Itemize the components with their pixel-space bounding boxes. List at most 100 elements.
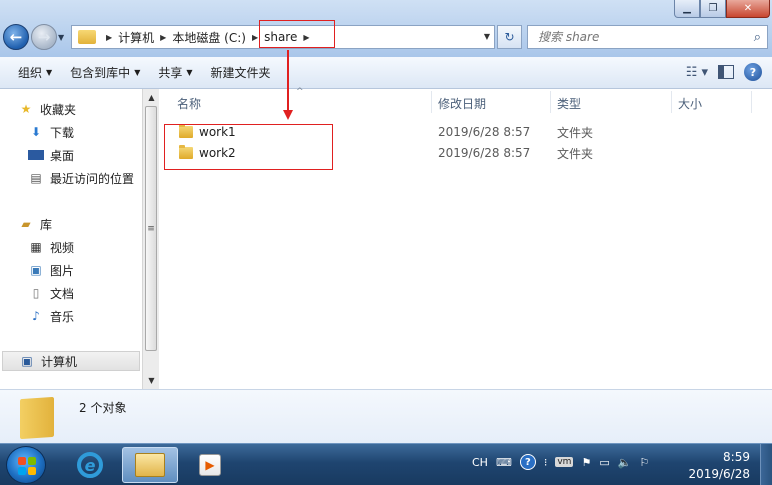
help-icon[interactable]: ?	[744, 63, 762, 81]
column-divider[interactable]	[751, 91, 752, 113]
input-options-icon[interactable]: ⁝	[544, 456, 548, 469]
window-titlebar: ▁ ❐ ✕ ← → ▼ ▶ 计算机 ▶ 本地磁盘 (C:) ▶ share ▶ …	[0, 0, 772, 57]
flag-alert-icon[interactable]: ⚐	[639, 456, 649, 469]
column-header: ^ 名称 修改日期 类型 大小	[159, 87, 772, 115]
maximize-button[interactable]: ❐	[700, 0, 726, 18]
explorer-icon	[135, 453, 165, 477]
clock-time: 8:59	[723, 450, 750, 464]
organize-menu[interactable]: 组织 ▼	[18, 64, 52, 81]
column-type[interactable]: 类型	[557, 95, 581, 112]
computer-icon: ▣	[21, 354, 33, 368]
vm-tools-icon[interactable]: vm	[555, 457, 574, 467]
scroll-down-icon[interactable]: ▼	[143, 372, 160, 389]
navigation-pane: ★ 收藏夹 ⬇ 下载 桌面 ▤ 最近访问的位置 ▰ 库 ▦ 视频 ▣ 图片 ▯ 文档 ♪ 音乐 …	[0, 89, 142, 389]
column-name[interactable]: 名称	[177, 95, 201, 112]
breadcrumb-local-disk[interactable]: 本地磁盘 (C:)	[172, 29, 246, 46]
search-input[interactable]	[538, 30, 738, 44]
refresh-button[interactable]: ↻	[497, 25, 522, 49]
keyboard-icon[interactable]: ⌨	[496, 456, 512, 469]
system-clock[interactable]: 8:59 2019/6/28	[688, 449, 750, 483]
taskbar-explorer[interactable]	[122, 447, 178, 483]
file-modified: 2019/6/28 8:57	[438, 125, 531, 139]
video-icon: ▦	[30, 240, 42, 254]
language-indicator[interactable]: CH	[472, 456, 488, 469]
nav-label: 最近访问的位置	[50, 171, 135, 186]
sort-ascending-icon: ^	[296, 87, 304, 97]
arrow-right-icon: →	[37, 28, 51, 46]
nav-libraries[interactable]: ▰ 库	[18, 214, 160, 234]
nav-computer[interactable]: ▣ 计算机	[2, 351, 140, 371]
file-type: 文件夹	[557, 125, 594, 140]
back-button[interactable]: ←	[3, 24, 29, 50]
chevron-right-icon[interactable]: ▶	[106, 33, 112, 42]
media-player-icon: ▶	[199, 454, 221, 476]
new-folder-button[interactable]: 新建文件夹	[211, 64, 271, 81]
document-icon: ▯	[32, 286, 40, 300]
chevron-down-icon: ▼	[134, 68, 141, 77]
folder-icon	[20, 396, 54, 440]
nav-label: 收藏夹	[40, 102, 77, 117]
share-menu[interactable]: 共享 ▼	[158, 64, 192, 81]
address-dropdown-icon[interactable]: ▼	[484, 32, 490, 41]
new-folder-label: 新建文件夹	[210, 66, 271, 80]
nav-label: 下载	[50, 125, 75, 140]
breadcrumb-computer[interactable]: 计算机	[118, 29, 154, 46]
nav-label: 音乐	[50, 309, 75, 324]
folder-icon	[78, 30, 96, 44]
scroll-thumb[interactable]: ≡	[145, 106, 157, 351]
organize-label: 组织	[18, 66, 43, 80]
include-library-label: 包含到库中	[70, 66, 131, 80]
column-divider[interactable]	[550, 91, 551, 113]
recent-places-icon: ▤	[30, 171, 42, 185]
internet-explorer-icon: e	[77, 452, 103, 478]
column-divider[interactable]	[671, 91, 672, 113]
search-icon[interactable]: ⌕	[754, 30, 761, 45]
navigation-scrollbar[interactable]: ▲ ≡ ▼	[142, 89, 159, 389]
column-divider[interactable]	[431, 91, 432, 113]
minimize-button[interactable]: ▁	[674, 0, 700, 18]
forward-button[interactable]: →	[31, 24, 57, 50]
item-count: 2 个对象	[79, 401, 127, 415]
star-icon: ★	[20, 102, 32, 116]
close-button[interactable]: ✕	[726, 0, 770, 18]
annotation-arrowhead	[283, 110, 293, 120]
chevron-right-icon[interactable]: ▶	[160, 33, 166, 42]
chevron-right-icon[interactable]: ▶	[252, 33, 258, 42]
nav-favorites[interactable]: ★ 收藏夹	[18, 99, 160, 119]
column-size[interactable]: 大小	[678, 95, 702, 112]
clock-date: 2019/6/28	[688, 467, 750, 481]
network-icon[interactable]: ▭	[599, 456, 609, 469]
nav-label: 文档	[50, 286, 75, 301]
show-desktop-button[interactable]	[760, 444, 772, 485]
action-center-icon[interactable]: ⚑	[581, 456, 591, 469]
share-label: 共享	[158, 66, 183, 80]
help-icon[interactable]: ?	[519, 454, 536, 470]
chevron-down-icon: ▼	[46, 68, 53, 77]
windows-logo-icon	[18, 457, 36, 475]
include-library-menu[interactable]: 包含到库中 ▼	[70, 64, 140, 81]
volume-muted-icon[interactable]: 🔈	[618, 456, 632, 469]
command-bar: 组织 ▼ 包含到库中 ▼ 共享 ▼ 新建文件夹 ☷ ▾ ?	[0, 57, 772, 89]
arrow-left-icon: ←	[9, 28, 23, 46]
nav-label: 视频	[50, 240, 75, 255]
nav-label: 计算机	[41, 354, 78, 369]
taskbar-media-player[interactable]: ▶	[182, 447, 238, 483]
preview-pane-icon[interactable]	[718, 65, 734, 79]
start-button[interactable]	[6, 446, 46, 484]
view-options-icon[interactable]: ☷ ▾	[686, 65, 708, 80]
annotation-arrow	[287, 50, 289, 112]
download-folder-icon: ⬇	[30, 125, 42, 139]
nav-label: 图片	[50, 263, 75, 278]
address-bar[interactable]: ▶ 计算机 ▶ 本地磁盘 (C:) ▶ share ▶ ▼	[71, 20, 495, 49]
taskbar-internet-explorer[interactable]: e	[62, 447, 118, 483]
search-box[interactable]: ⌕	[527, 25, 768, 49]
recent-pages-dropdown[interactable]: ▼	[58, 33, 64, 42]
column-modified[interactable]: 修改日期	[438, 95, 486, 112]
nav-label: 桌面	[50, 148, 75, 163]
picture-icon: ▣	[30, 263, 42, 277]
refresh-icon: ↻	[504, 30, 515, 44]
music-icon: ♪	[32, 309, 40, 323]
scroll-up-icon[interactable]: ▲	[143, 89, 160, 106]
taskbar: e ▶ CH ⌨ ? ⁝ vm ⚑ ▭ 🔈 ⚐ 8:59 2019/6/28	[0, 443, 772, 485]
file-modified: 2019/6/28 8:57	[438, 146, 531, 160]
